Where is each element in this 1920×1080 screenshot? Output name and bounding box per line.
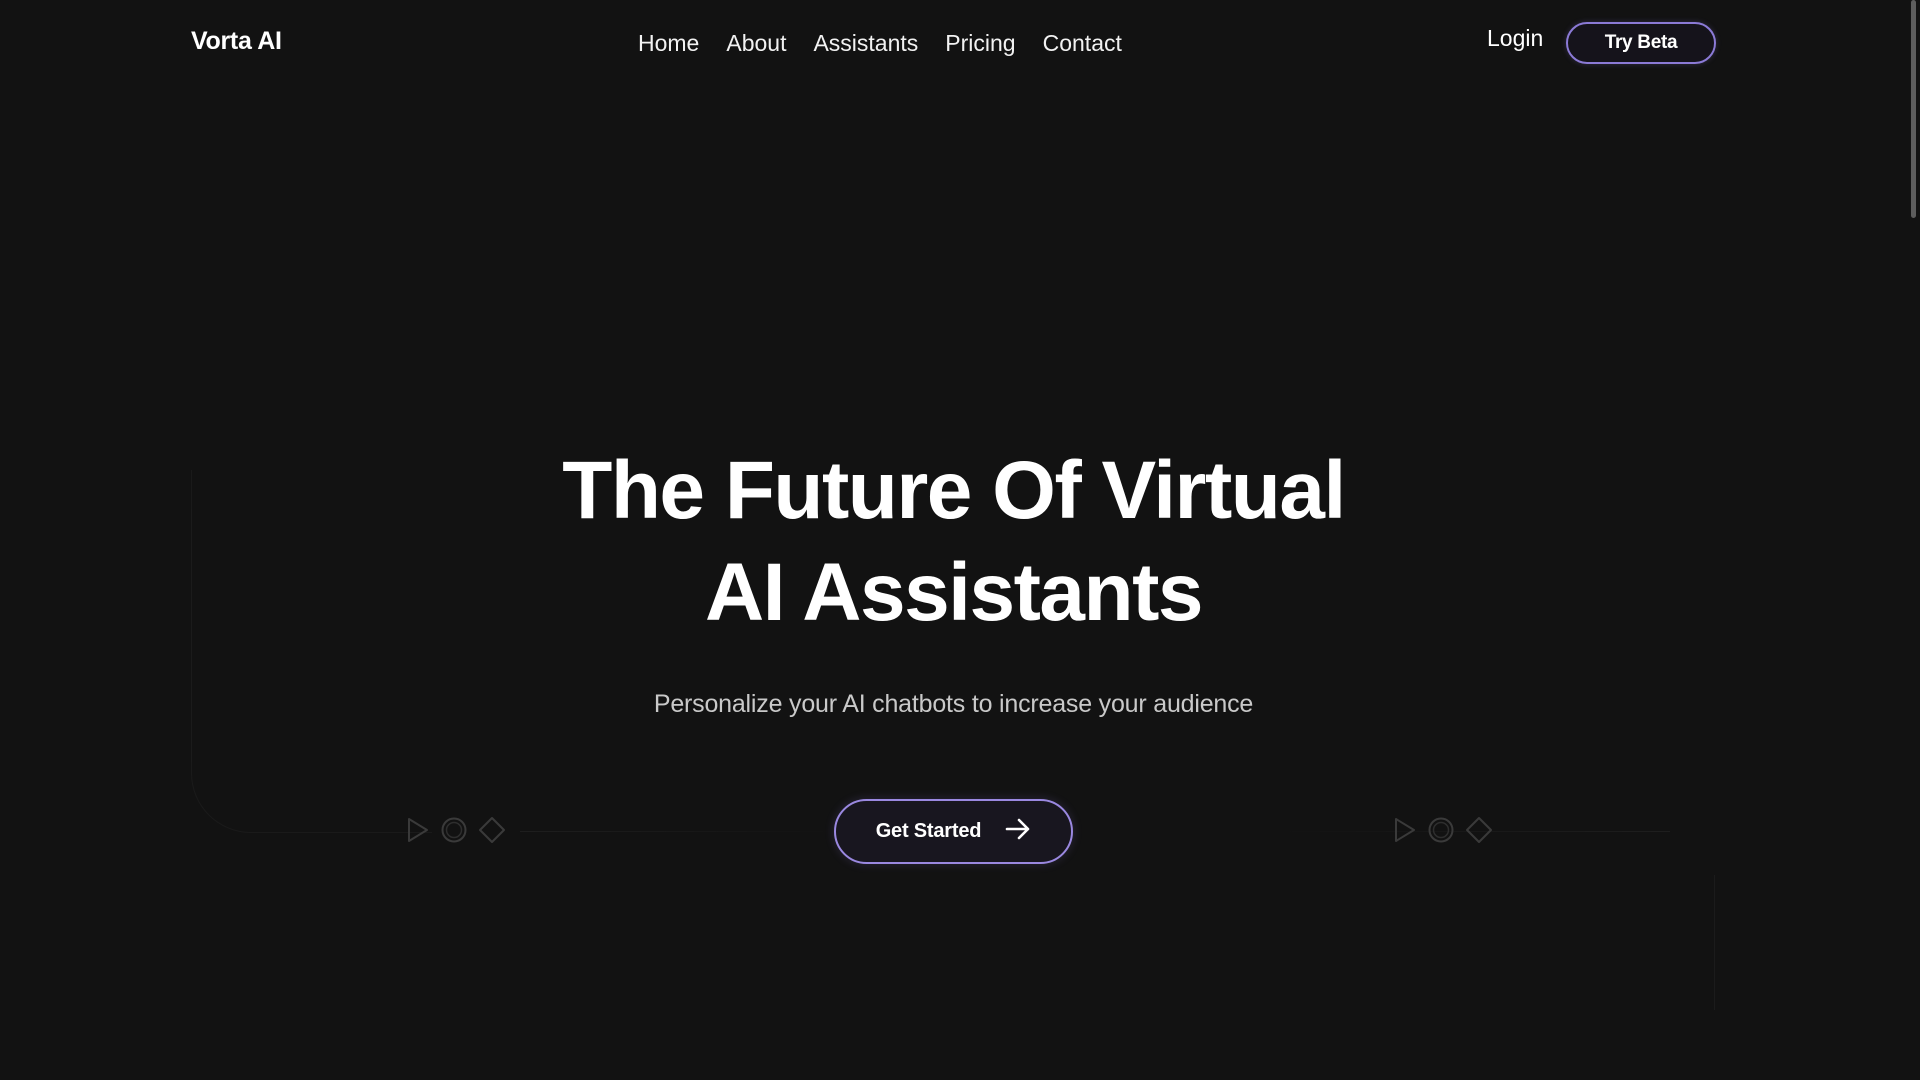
decorative-line-left bbox=[520, 831, 840, 832]
main-nav: Home About Assistants Pricing Contact bbox=[638, 28, 1149, 58]
circle-icon bbox=[1427, 816, 1455, 844]
get-started-button[interactable]: Get Started bbox=[834, 799, 1073, 864]
logo[interactable]: Vorta AI bbox=[191, 27, 282, 56]
vertical-scrollbar[interactable] bbox=[1907, 0, 1920, 1080]
nav-contact-link[interactable]: Contact bbox=[1043, 28, 1122, 58]
hero-title-line-2: AI Assistants bbox=[705, 547, 1203, 638]
try-beta-button[interactable]: Try Beta bbox=[1566, 22, 1716, 64]
login-link[interactable]: Login bbox=[1487, 23, 1543, 53]
hero-title-line-1: The Future Of Virtual bbox=[562, 445, 1346, 536]
page: Vorta AI Home About Assistants Pricing C… bbox=[0, 0, 1920, 1080]
play-icon bbox=[406, 817, 430, 843]
decorative-icons-right bbox=[1393, 816, 1493, 844]
nav-home-link[interactable]: Home bbox=[638, 28, 699, 58]
decorative-frame-right bbox=[1714, 875, 1715, 1010]
hero-title: The Future Of Virtual AI Assistants bbox=[0, 440, 1907, 644]
scrollbar-thumb[interactable] bbox=[1911, 0, 1916, 218]
play-icon bbox=[1393, 817, 1417, 843]
get-started-label: Get Started bbox=[875, 820, 982, 842]
diamond-icon bbox=[478, 816, 506, 844]
hero-subtitle: Personalize your AI chatbots to increase… bbox=[653, 690, 1254, 718]
arrow-right-icon bbox=[1005, 818, 1031, 846]
nav-assistants-link[interactable]: Assistants bbox=[813, 28, 918, 58]
decorative-icons-left bbox=[406, 816, 506, 844]
nav-pricing-link[interactable]: Pricing bbox=[945, 28, 1015, 58]
diamond-icon bbox=[1465, 816, 1493, 844]
nav-about-link[interactable]: About bbox=[726, 28, 786, 58]
circle-icon bbox=[440, 816, 468, 844]
